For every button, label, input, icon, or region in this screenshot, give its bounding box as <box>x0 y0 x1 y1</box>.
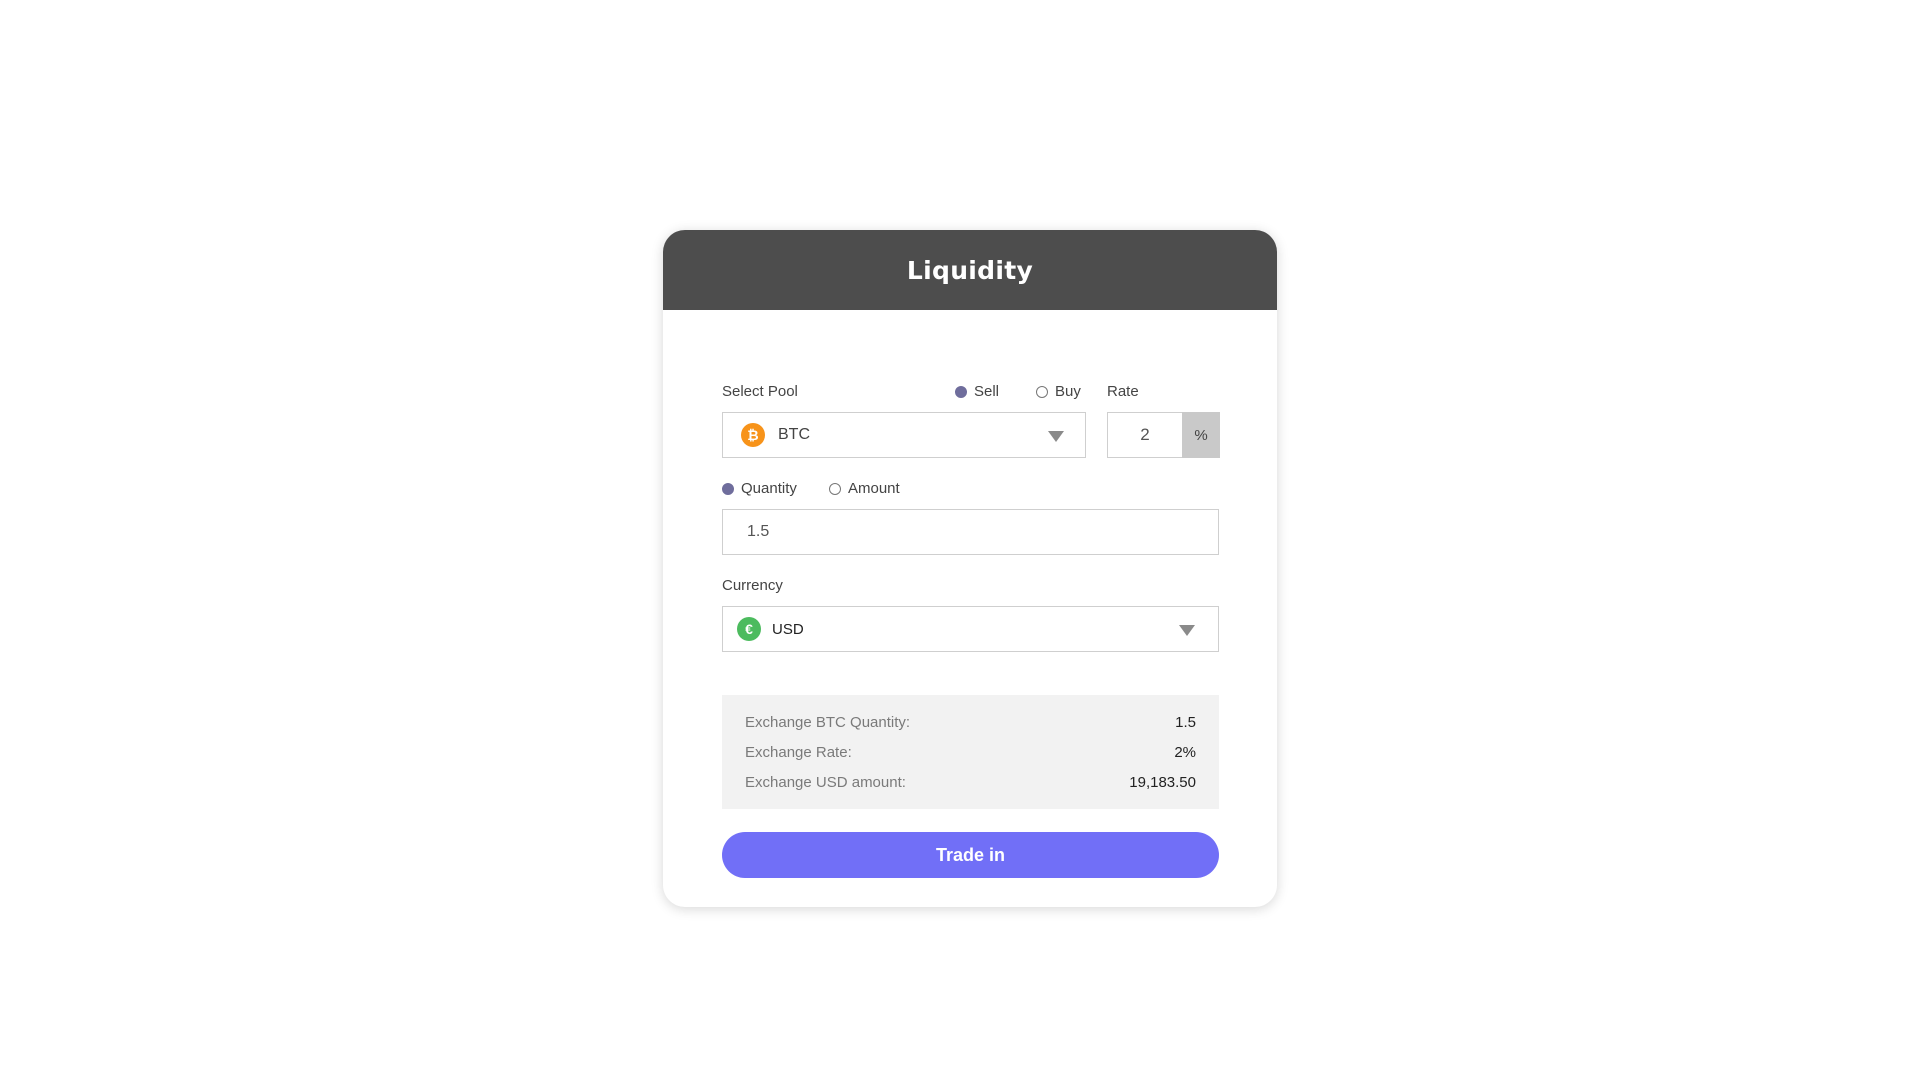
radio-sell-indicator <box>955 385 967 398</box>
card-header: Liquidity <box>663 230 1277 310</box>
summary-label: Exchange BTC Quantity: <box>745 713 911 731</box>
trade-in-button[interactable]: Trade in <box>722 832 1219 878</box>
radio-amount[interactable]: Amount <box>829 480 900 497</box>
chevron-down-icon <box>1048 431 1064 442</box>
select-pool-label: Select Pool <box>722 383 798 400</box>
summary-value: 1.5 <box>1175 713 1196 731</box>
currency-icon: € <box>737 617 761 641</box>
radio-buy-label: Buy <box>1055 383 1081 400</box>
pool-select-value: BTC <box>778 426 810 443</box>
summary-label: Exchange Rate: <box>745 743 852 761</box>
liquidity-card: Liquidity Select Pool Sell Buy Rate ₿ BT… <box>663 230 1277 907</box>
radio-quantity[interactable]: Quantity <box>722 480 797 497</box>
card-body: Select Pool Sell Buy Rate ₿ BTC 2 % Quan… <box>663 310 1277 907</box>
rate-percent-addon: % <box>1182 412 1220 458</box>
radio-amount-indicator <box>829 482 841 495</box>
btc-icon: ₿ <box>741 423 765 447</box>
currency-select[interactable]: € USD <box>722 606 1219 652</box>
chevron-down-icon <box>1179 625 1195 636</box>
radio-quantity-label: Quantity <box>741 480 797 497</box>
rate-label: Rate <box>1107 383 1139 400</box>
radio-buy[interactable]: Buy <box>1036 383 1081 400</box>
quantity-input-value: 1.5 <box>747 523 770 540</box>
rate-input[interactable]: 2 <box>1107 412 1182 458</box>
radio-amount-label: Amount <box>848 480 900 497</box>
quantity-input[interactable]: 1.5 <box>722 509 1219 555</box>
radio-sell[interactable]: Sell <box>955 383 999 400</box>
page-title: Liquidity <box>906 255 1034 285</box>
radio-sell-label: Sell <box>974 383 1000 400</box>
currency-select-value: USD <box>772 620 804 638</box>
summary-value: 19,183.50 <box>1129 773 1196 791</box>
pool-select[interactable]: ₿ BTC <box>722 412 1086 458</box>
summary-value: 2% <box>1174 743 1196 761</box>
summary-row-amount: Exchange USD amount: 19,183.50 <box>745 767 1196 797</box>
summary-row-rate: Exchange Rate: 2% <box>745 737 1196 767</box>
rate-group: 2 % <box>1107 412 1220 458</box>
radio-buy-indicator <box>1036 385 1048 398</box>
summary-label: Exchange USD amount: <box>745 773 906 791</box>
currency-label: Currency <box>722 577 783 594</box>
summary-row-quantity: Exchange BTC Quantity: 1.5 <box>745 707 1196 737</box>
exchange-summary: Exchange BTC Quantity: 1.5 Exchange Rate… <box>722 695 1219 809</box>
radio-quantity-indicator <box>722 482 734 495</box>
